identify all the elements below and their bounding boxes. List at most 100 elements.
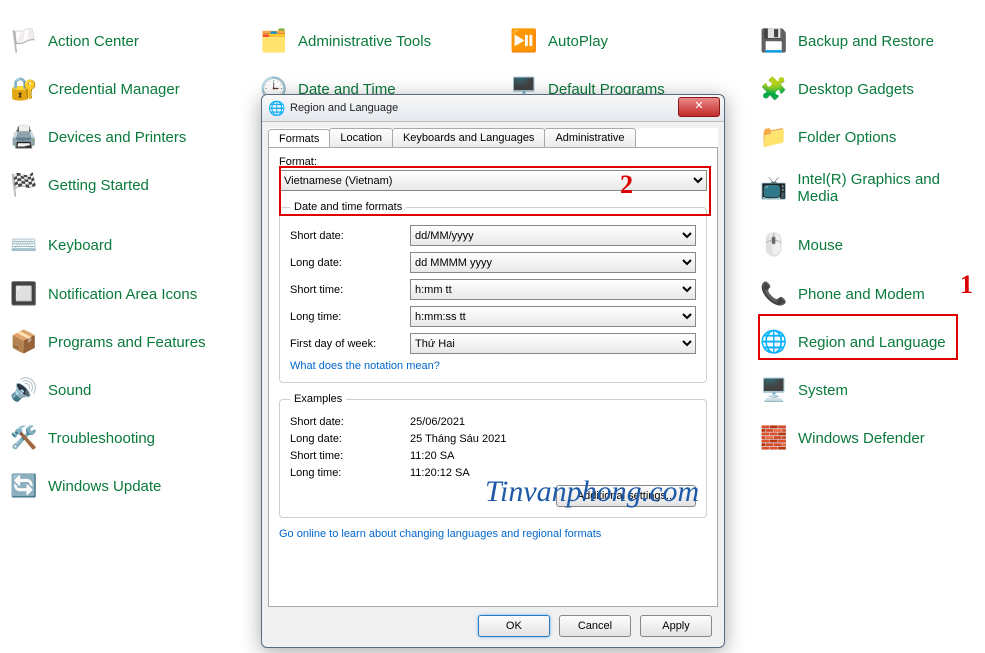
dialog-titlebar[interactable]: 🌐 Region and Language ✕ [262,95,724,122]
cp-keyboard[interactable]: ⌨️ Keyboard [10,231,112,259]
short-date-select[interactable]: dd/MM/yyyy [410,225,696,246]
cp-gadgets[interactable]: 🧩 Desktop Gadgets [760,75,914,103]
cp-windows-update[interactable]: 🔄 Windows Update [10,472,161,500]
tab-location[interactable]: Location [329,128,393,147]
cp-windows-defender[interactable]: 🧱 Windows Defender [760,424,925,452]
cp-label: System [798,382,848,399]
cp-label: Windows Defender [798,430,925,447]
dialog-buttons: OK Cancel Apply [262,607,724,647]
cp-credential-manager[interactable]: 🔐 Credential Manager [10,75,180,103]
cp-admin-tools[interactable]: 🗂️ Administrative Tools [260,27,431,55]
examples-legend: Examples [290,393,346,405]
cp-troubleshooting[interactable]: 🛠️ Troubleshooting [10,424,155,452]
cp-label: Windows Update [48,478,161,495]
cp-phone-modem[interactable]: 📞 Phone and Modem [760,280,925,308]
date-time-formats-group: Date and time formats Short date:dd/MM/y… [279,201,707,383]
flag-icon: 🏳️ [10,27,38,55]
annotation-box-2 [279,166,711,216]
short-date-label: Short date: [290,230,410,242]
cp-label: Mouse [798,237,843,254]
cp-sound[interactable]: 🔊 Sound [10,376,91,404]
start-icon: 🏁 [10,171,38,199]
dialog-title: Region and Language [290,102,398,114]
notation-link[interactable]: What does the notation mean? [290,360,440,372]
cp-label: Troubleshooting [48,430,155,447]
close-button[interactable]: ✕ [678,97,720,117]
cp-folder-options[interactable]: 📁Folder Options [760,123,896,151]
first-day-select[interactable]: Thứ Hai [410,333,696,354]
cp-label: Sound [48,382,91,399]
ex-long-time-value: 11:20:12 SA [410,467,470,479]
tab-administrative[interactable]: Administrative [544,128,635,147]
phone-icon: 📞 [760,280,788,308]
ex-short-time-value: 11:20 SA [410,450,454,462]
long-date-label: Long date: [290,257,410,269]
ex-long-date-value: 25 Tháng Sáu 2021 [410,433,506,445]
cp-programs-features[interactable]: 📦 Programs and Features [10,328,206,356]
keyboard-icon: ⌨️ [10,231,38,259]
cp-label: Intel(R) Graphics and Media [797,171,970,205]
gadgets-icon: 🧩 [760,75,788,103]
online-link[interactable]: Go online to learn about changing langua… [279,528,601,540]
safe-icon: 🔐 [10,75,38,103]
ok-button[interactable]: OK [478,615,550,637]
tab-keyboards-languages[interactable]: Keyboards and Languages [392,128,546,147]
tools-icon: 🗂️ [260,27,288,55]
cp-backup[interactable]: 💾 Backup and Restore [760,27,934,55]
play-icon: ⏯️ [510,27,538,55]
short-time-label: Short time: [290,284,410,296]
cp-notification-icons[interactable]: 🔲 Notification Area Icons [10,280,197,308]
first-day-label: First day of week: [290,338,410,350]
mouse-icon: 🖱️ [760,231,788,259]
annotation-2: 2 [620,170,633,200]
cp-getting-started[interactable]: 🏁 Getting Started [10,171,149,199]
backup-icon: 💾 [760,27,788,55]
cp-action-center[interactable]: 🏳️ Action Center [10,27,139,55]
update-icon: 🔄 [10,472,38,500]
box-icon: 📦 [10,328,38,356]
cp-label: Devices and Printers [48,129,186,146]
globe-icon: 🌐 [268,100,284,116]
ex-long-date-label: Long date: [290,433,410,445]
annotation-1: 1 [960,270,973,300]
cp-label: Credential Manager [48,81,180,98]
cp-label: Backup and Restore [798,33,934,50]
long-date-select[interactable]: dd MMMM yyyy [410,252,696,273]
cp-system[interactable]: 🖥️ System [760,376,848,404]
long-time-label: Long time: [290,311,410,323]
apply-button[interactable]: Apply [640,615,712,637]
cp-label: Notification Area Icons [48,286,197,303]
tray-icon: 🔲 [10,280,38,308]
cp-mouse[interactable]: 🖱️ Mouse [760,231,843,259]
cp-label: Phone and Modem [798,286,925,303]
short-time-select[interactable]: h:mm tt [410,279,696,300]
tab-bar: Formats Location Keyboards and Languages… [268,128,718,147]
folder-icon: 📁 [760,123,788,151]
cp-label: Keyboard [48,237,112,254]
system-icon: 🖥️ [760,376,788,404]
long-time-select[interactable]: h:mm:ss tt [410,306,696,327]
cp-label: Desktop Gadgets [798,81,914,98]
annotation-box-1 [758,314,958,360]
watermark: Tinvanphong.com [485,475,699,509]
cp-label: Programs and Features [48,334,206,351]
shield-icon: 🧱 [760,424,788,452]
cp-label: Administrative Tools [298,33,431,50]
speaker-icon: 🔊 [10,376,38,404]
cp-devices-printers[interactable]: 🖨️ Devices and Printers [10,123,186,151]
cp-label: Getting Started [48,177,149,194]
cp-label: AutoPlay [548,33,608,50]
wrench-icon: 🛠️ [10,424,38,452]
cp-intel-graphics[interactable]: 📺 Intel(R) Graphics and Media [760,171,970,205]
printer-icon: 🖨️ [10,123,38,151]
cp-label: Action Center [48,33,139,50]
cp-autoplay[interactable]: ⏯️ AutoPlay [510,27,608,55]
ex-short-date-value: 25/06/2021 [410,416,465,428]
cancel-button[interactable]: Cancel [559,615,631,637]
ex-short-time-label: Short time: [290,450,410,462]
tab-body: Format: Vietnamese (Vietnam) Date and ti… [268,147,718,607]
ex-long-time-label: Long time: [290,467,410,479]
tab-formats[interactable]: Formats [268,129,330,148]
display-icon: 📺 [760,174,787,202]
ex-short-date-label: Short date: [290,416,410,428]
